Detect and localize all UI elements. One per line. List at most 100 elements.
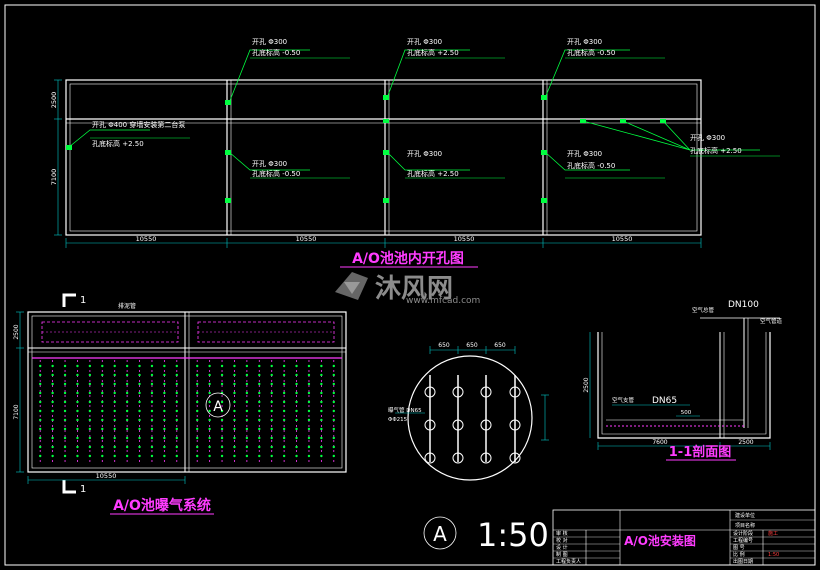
diffuser-head <box>101 382 104 386</box>
diffuser-head <box>163 409 166 413</box>
diffuser-head <box>150 391 154 395</box>
diffuser-head <box>320 391 323 395</box>
diffuser-head <box>163 418 166 422</box>
diffuser-head <box>125 364 129 368</box>
diffuser-head <box>233 418 236 422</box>
diffuser-head <box>76 373 79 377</box>
title-block-row: 出图日期 <box>733 558 753 565</box>
aeration-title: A/O池曝气系统 <box>113 497 211 514</box>
diffuser-head <box>307 382 311 386</box>
diffuser-head <box>76 364 79 368</box>
diffuser-head <box>295 391 298 395</box>
diffuser-head <box>245 400 249 404</box>
diffuser-head <box>113 454 116 458</box>
diffuser-head <box>233 382 236 386</box>
diffuser-head <box>332 427 335 431</box>
diffuser-head <box>258 436 261 440</box>
diffuser-head <box>282 427 286 431</box>
callout-level: 孔底标高 +2.50 <box>407 48 459 57</box>
callout-level: 孔底标高 -0.50 <box>252 169 300 178</box>
diffuser-head <box>295 427 298 431</box>
title-block-row: 设计阶段 <box>733 530 753 537</box>
diffuser-head <box>150 373 154 377</box>
dim-label: 10550 <box>96 472 117 480</box>
diffuser-head <box>163 436 166 440</box>
watermark-url: www.mfcad.com <box>406 296 480 306</box>
diffuser-head <box>332 382 335 386</box>
diffuser-head <box>320 436 323 440</box>
diffuser-head <box>233 364 236 368</box>
diffuser-head <box>233 391 236 395</box>
dim-label: 7100 <box>50 169 58 186</box>
diffuser-head <box>150 409 154 413</box>
air-pipe-label: 空气支管 <box>612 396 635 404</box>
diffuser-head <box>39 454 42 458</box>
diffuser-head <box>51 391 54 395</box>
diffuser-head <box>175 382 178 386</box>
diffuser-head <box>233 373 236 377</box>
dn65-label: DN65 <box>652 396 677 406</box>
diffuser-head <box>282 454 286 458</box>
dim-label: 2500 <box>13 324 20 339</box>
title-block-value: 施工 <box>768 530 778 537</box>
diffuser-head <box>39 391 42 395</box>
diffuser-head <box>196 445 199 449</box>
cad-drawing-canvas: 开孔 Φ300 孔底标高 -0.50 开孔 Φ300 孔底标高 +2.50 开孔… <box>4 4 816 566</box>
diffuser-head <box>307 373 311 377</box>
diffuser-head <box>113 445 116 449</box>
diffuser-head <box>208 427 211 431</box>
diffuser-head <box>163 454 166 458</box>
diffuser-head <box>208 445 211 449</box>
dim-label: 10550 <box>296 235 317 243</box>
diffuser-head <box>220 427 224 431</box>
callout-level: 孔底标高 +2.50 <box>690 146 742 155</box>
diffuser-head <box>76 418 79 422</box>
diffuser-head <box>88 382 92 386</box>
diffuser-head <box>270 382 273 386</box>
diffuser-head <box>320 373 323 377</box>
diffuser-head <box>63 400 67 404</box>
diffuser-head <box>138 418 141 422</box>
diffuser-head <box>63 391 67 395</box>
diffuser-head <box>295 364 298 368</box>
section-mark: 1 <box>80 295 86 306</box>
dim-label: 650 <box>466 342 478 349</box>
diffuser-head <box>125 391 129 395</box>
diffuser-head <box>208 409 211 413</box>
diffuser-head <box>125 409 129 413</box>
scale-block: A 1:50 <box>423 516 549 554</box>
diffuser-head <box>208 373 211 377</box>
detail-diameter-label: ΦΦ215 <box>388 417 408 423</box>
diffuser-head <box>258 373 261 377</box>
diffuser-head <box>101 454 104 458</box>
diffuser-head <box>88 418 92 422</box>
diffuser-head <box>245 454 249 458</box>
diffuser-head <box>101 445 104 449</box>
diffuser-head <box>63 436 67 440</box>
diffuser-head <box>320 454 323 458</box>
diffuser-head <box>245 382 249 386</box>
scale-circle-label: A <box>433 522 447 546</box>
diffuser-head <box>258 418 261 422</box>
drain-pipe-label: 排泥管 <box>118 302 136 310</box>
diffuser-head <box>320 382 323 386</box>
diffuser-head <box>51 400 54 404</box>
diffuser-head <box>63 427 67 431</box>
diffuser-head <box>150 364 154 368</box>
detail-pipe-label: 曝气管 DN65 <box>388 406 422 414</box>
diffuser-head <box>208 436 211 440</box>
diffuser-head <box>245 391 249 395</box>
diffuser-head <box>307 418 311 422</box>
watermark-logo-icon <box>335 272 368 300</box>
diffuser-head <box>63 418 67 422</box>
diffuser-head <box>282 364 286 368</box>
diffuser-head <box>101 427 104 431</box>
diffuser-head <box>307 445 311 449</box>
diffuser-head <box>76 445 79 449</box>
diffuser-head <box>332 400 335 404</box>
diffuser-head <box>282 382 286 386</box>
dn100-label: DN100 <box>728 300 759 310</box>
diffuser-head <box>113 409 116 413</box>
diffuser-head <box>208 364 211 368</box>
detail-mark: A <box>213 399 223 415</box>
